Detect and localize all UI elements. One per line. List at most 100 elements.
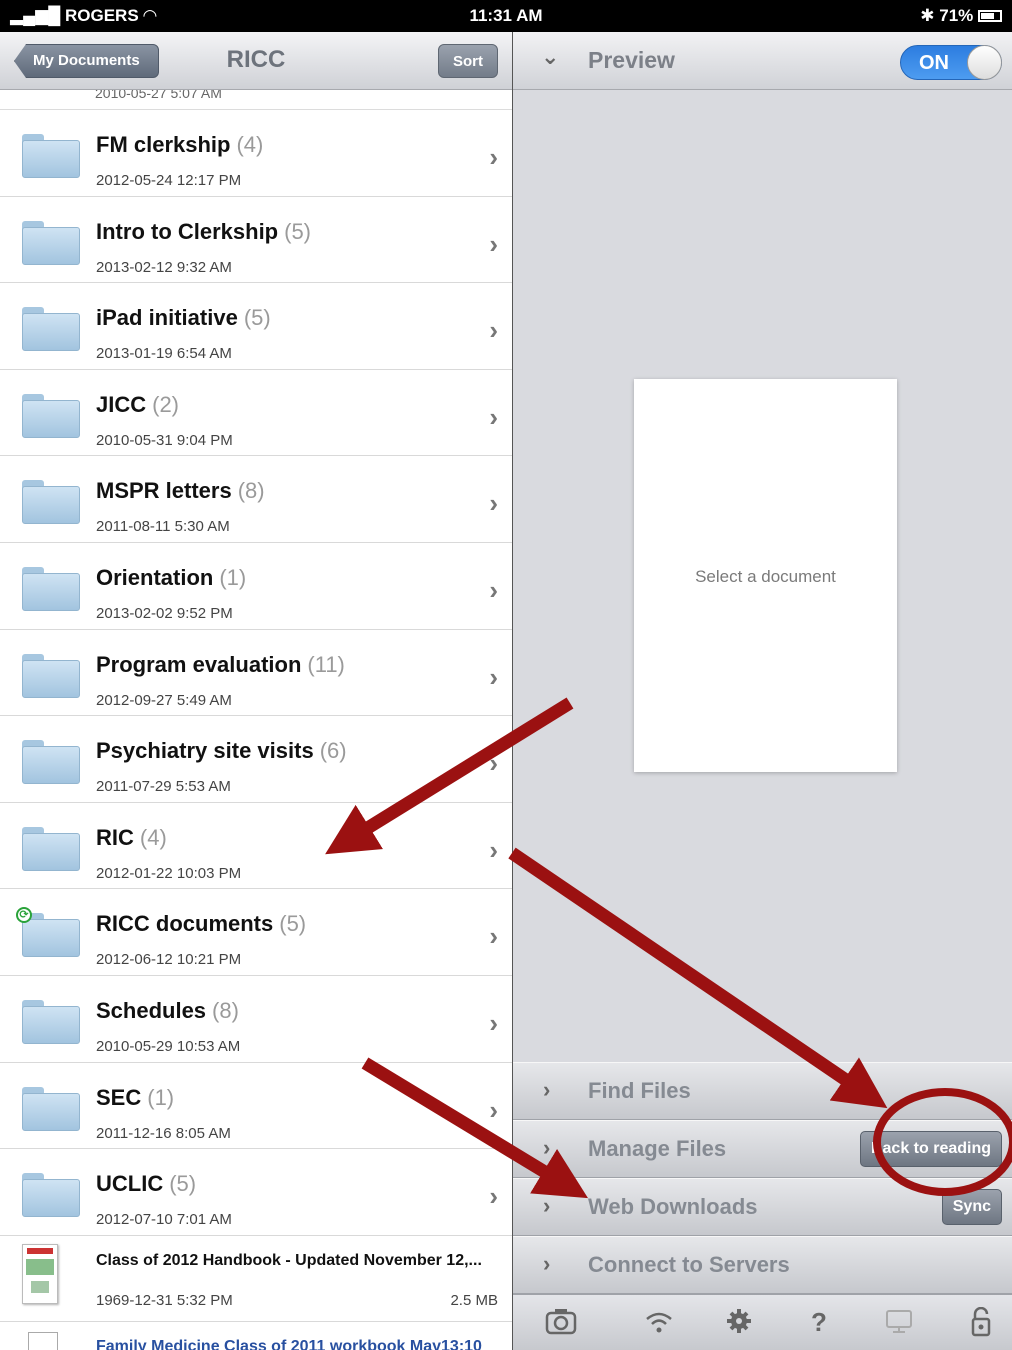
folder-name: Orientation <box>96 564 214 590</box>
battery-icon <box>978 10 1002 22</box>
folder-name: Schedules <box>96 997 207 1023</box>
folder-date: 2012-06-12 10:21 PM <box>96 951 242 969</box>
folder-count: (4) <box>139 824 167 850</box>
folder-date: 2012-07-10 7:01 AM <box>96 1211 232 1229</box>
find-files-label: Find Files <box>588 1078 691 1103</box>
folder-count: (1) <box>219 564 247 590</box>
chevron-right-icon: › <box>489 921 498 952</box>
chevron-right-icon: › <box>489 315 498 346</box>
chevron-down-icon[interactable]: ⌄ <box>541 44 559 70</box>
folder-date: 2013-02-12 9:32 AM <box>96 258 232 276</box>
folder-count: (11) <box>307 651 345 677</box>
document-list: 2010-05-27 5:07 AM FM clerkship (4) 2012-… <box>0 90 512 1350</box>
folder-row-ricc-documents[interactable]: ⟳ RICC documents (5) 2012-06-12 10:21 PM … <box>0 889 512 976</box>
wifi-icon[interactable] <box>639 1307 679 1342</box>
web-downloads-row[interactable]: › Web Downloads Sync <box>513 1178 1012 1236</box>
folder-name: Psychiatry site visits <box>96 738 314 764</box>
bottom-toolbar: ? <box>513 1294 1012 1350</box>
folder-row-program-evaluation[interactable]: Program evaluation (11) 2012-09-27 5:49 A… <box>0 630 512 717</box>
folder-row-orientation[interactable]: Orientation (1) 2013-02-02 9:52 PM › <box>0 543 512 630</box>
file-row-class-of-2012-handbook[interactable]: Class of 2012 Handbook - Updated Novembe… <box>0 1236 512 1322</box>
file-name: Class of 2012 Handbook - Updated Novembe… <box>96 1251 482 1269</box>
camera-icon[interactable] <box>541 1307 581 1342</box>
chevron-right-icon: › <box>489 228 498 259</box>
folder-count: (2) <box>152 391 180 417</box>
chevron-right-icon: › <box>489 1094 498 1125</box>
folder-count: (4) <box>236 132 264 157</box>
folder-row-ric[interactable]: RIC (4) 2012-01-22 10:03 PM › <box>0 803 512 890</box>
folder-count: (8) <box>237 478 265 504</box>
manage-files-row[interactable]: › Manage Files Back to reading <box>513 1120 1012 1178</box>
preview-card: Select a document <box>634 379 897 772</box>
folder-icon <box>22 913 80 958</box>
folder-icon <box>22 566 80 611</box>
folder-name: RICC documents <box>96 911 274 937</box>
sync-button[interactable]: Sync <box>941 1189 1002 1225</box>
folder-date: 2012-09-27 5:49 AM <box>96 691 232 709</box>
folder-icon <box>22 999 80 1044</box>
folder-row-jicc[interactable]: JICC (2) 2010-05-31 9:04 PM › <box>0 370 512 457</box>
document-thumbnail-icon <box>22 1243 58 1304</box>
file-date: 1969-12-31 5:32 PM <box>96 1291 233 1309</box>
help-icon[interactable]: ? <box>799 1307 839 1338</box>
list-item-peek: 2010-05-27 5:07 AM <box>0 90 512 110</box>
chevron-right-icon: › <box>489 401 498 432</box>
folder-count: (5) <box>243 305 271 331</box>
folder-count: (6) <box>319 738 347 764</box>
chevron-right-icon: › <box>489 1181 498 1212</box>
folder-icon <box>22 740 80 785</box>
chevron-right-icon: › <box>489 661 498 692</box>
folder-icon <box>22 134 80 178</box>
file-size: 2.5 MB <box>450 1291 498 1309</box>
folder-row-ipad-initiative[interactable]: iPad initiative (5) 2013-01-19 6:54 AM › <box>0 283 512 370</box>
bluetooth-icon: ✱ <box>920 6 935 25</box>
folder-row-fm-clerkship[interactable]: FM clerkship (4) 2012-05-24 12:17 PM › <box>0 110 512 197</box>
folder-name: Program evaluation <box>96 651 302 677</box>
lock-icon[interactable] <box>961 1306 1001 1344</box>
folder-row-mspr-letters[interactable]: MSPR letters (8) 2011-08-11 5:30 AM › <box>0 456 512 543</box>
folder-row-schedules[interactable]: Schedules (8) 2010-05-29 10:53 AM › <box>0 976 512 1063</box>
file-name: Family Medicine Class of 2011 workbook M… <box>96 1337 482 1350</box>
folder-count: (5) <box>169 1171 197 1197</box>
folder-row-psychiatry-site-visits[interactable]: Psychiatry site visits (6) 2011-07-29 5:5… <box>0 716 512 803</box>
folder-row-uclic[interactable]: UCLIC (5) 2012-07-10 7:01 AM › <box>0 1149 512 1236</box>
folder-date: 2013-02-02 9:52 PM <box>96 604 233 622</box>
toggle-knob <box>967 45 1002 80</box>
screen-icon[interactable] <box>879 1307 919 1342</box>
folder-count: (1) <box>147 1084 175 1110</box>
folder-row-sec[interactable]: SEC (1) 2011-12-16 8:05 AM › <box>0 1063 512 1150</box>
folder-icon <box>22 1173 80 1218</box>
folder-date: 2013-01-19 6:54 AM <box>96 345 232 363</box>
folder-count: (5) <box>284 218 312 244</box>
folder-date: 2011-08-11 5:30 AM <box>96 518 230 536</box>
gear-icon[interactable] <box>719 1307 759 1342</box>
folder-name: FM clerkship <box>96 132 231 157</box>
chevron-right-icon: › <box>543 1135 551 1160</box>
connect-to-servers-label: Connect to Servers <box>588 1252 790 1277</box>
select-document-message: Select a document <box>695 567 836 586</box>
chevron-right-icon: › <box>543 1251 551 1276</box>
folder-name: SEC <box>96 1084 142 1110</box>
document-icon <box>28 1331 58 1350</box>
folder-icon <box>22 1086 80 1131</box>
folder-title: RICC <box>226 46 286 73</box>
chevron-right-icon: › <box>489 1007 498 1038</box>
folder-icon <box>22 480 80 525</box>
folder-name: Intro to Clerkship <box>96 218 279 244</box>
folder-date: 2010-05-29 10:53 AM <box>96 1037 241 1055</box>
find-files-row[interactable]: › Find Files <box>513 1062 1012 1120</box>
clock: 11:31 AM <box>469 6 543 25</box>
status-bar: ▂▄▆█ ROGERS ◠ 11:31 AM ✱ 71% <box>0 0 1012 32</box>
sort-button[interactable]: Sort <box>438 44 498 78</box>
connect-to-servers-row[interactable]: › Connect to Servers <box>513 1236 1012 1294</box>
preview-pane: ⌄ Preview ON Select a document › Find Fi… <box>513 32 1012 1350</box>
left-navigation-bar: My Documents RICC Sort <box>0 32 512 90</box>
folder-row-intro-to-clerkship[interactable]: Intro to Clerkship (5) 2013-02-12 9:32 AM… <box>0 197 512 284</box>
chevron-right-icon: › <box>543 1193 551 1218</box>
folder-name: JICC <box>96 391 147 417</box>
file-row-family-medicine-workbook[interactable]: Family Medicine Class of 2011 workbook M… <box>0 1322 512 1350</box>
battery-indicator: ✱ 71% <box>920 6 1002 26</box>
preview-toggle[interactable]: ON <box>900 45 1002 80</box>
folder-icon <box>22 307 80 352</box>
back-to-reading-button[interactable]: Back to reading <box>859 1131 1002 1167</box>
